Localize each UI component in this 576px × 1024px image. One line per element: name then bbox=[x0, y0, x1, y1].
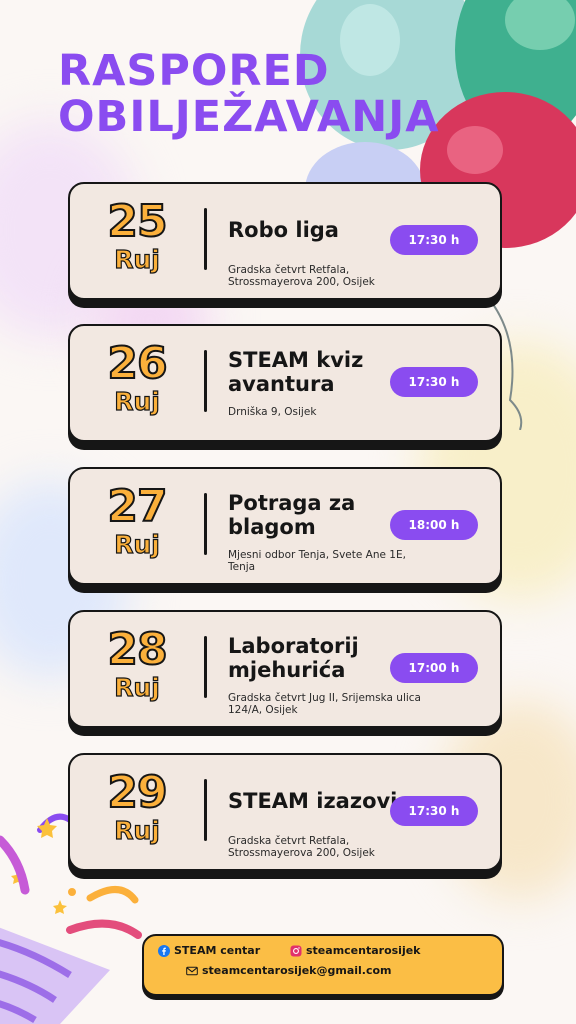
event-card: 25 Ruj Robo liga Gradska četvrt Retfala,… bbox=[68, 182, 502, 300]
event-time-badge: 17:30 h bbox=[390, 367, 478, 397]
event-name: Laboratorij mjehurića bbox=[228, 634, 359, 682]
event-day: 29 bbox=[106, 767, 168, 818]
facebook-label: STEAM centar bbox=[174, 944, 261, 957]
event-time-badge: 17:00 h bbox=[390, 653, 478, 683]
event-card: 29 Ruj STEAM izazovi Gradska četvrt Retf… bbox=[68, 753, 502, 871]
event-time-badge: 17:30 h bbox=[390, 796, 478, 826]
event-location: Gradska četvrt Jug II, Srijemska ulica 1… bbox=[228, 692, 421, 716]
email-label: steamcentarosijek@gmail.com bbox=[202, 964, 392, 977]
email-link[interactable]: steamcentarosijek@gmail.com bbox=[186, 964, 392, 977]
event-day: 26 bbox=[106, 338, 168, 389]
title-line-2: OBILJEŽAVANJA bbox=[58, 92, 440, 142]
event-day: 27 bbox=[106, 481, 168, 532]
event-name: Robo liga bbox=[228, 218, 339, 242]
event-day: 25 bbox=[106, 196, 168, 247]
event-month: Ruj bbox=[114, 387, 161, 416]
event-card: 27 Ruj Potraga za blagom Mjesni odbor Te… bbox=[68, 467, 502, 585]
facebook-icon bbox=[158, 944, 170, 957]
event-name: STEAM kviz avantura bbox=[228, 348, 364, 396]
instagram-link[interactable]: steamcentarosijek bbox=[290, 944, 421, 957]
event-location: Mjesni odbor Tenja, Svete Ane 1E, Tenja bbox=[228, 549, 406, 573]
event-name: Potraga za blagom bbox=[228, 491, 356, 539]
mail-icon bbox=[186, 966, 198, 975]
event-location: Gradska četvrt Retfala, Strossmayerova 2… bbox=[228, 264, 375, 288]
title-line-1: RASPORED bbox=[58, 46, 330, 96]
event-name: STEAM izazovi bbox=[228, 789, 398, 813]
event-month: Ruj bbox=[114, 816, 161, 845]
event-month: Ruj bbox=[114, 245, 161, 274]
card-divider bbox=[204, 779, 207, 841]
page-title: RASPORED OBILJEŽAVANJA bbox=[58, 48, 440, 140]
instagram-icon bbox=[290, 945, 302, 956]
event-day: 28 bbox=[106, 624, 168, 675]
event-month: Ruj bbox=[114, 530, 161, 559]
instagram-label: steamcentarosijek bbox=[306, 944, 421, 957]
event-time-badge: 18:00 h bbox=[390, 510, 478, 540]
contact-footer: STEAM centar steamcentarosijek steamcent… bbox=[142, 934, 504, 996]
card-divider bbox=[204, 350, 207, 412]
card-divider bbox=[204, 493, 207, 555]
event-time-badge: 17:30 h bbox=[390, 225, 478, 255]
event-location: Gradska četvrt Retfala, Strossmayerova 2… bbox=[228, 835, 375, 859]
event-card: 26 Ruj STEAM kviz avantura Drniška 9, Os… bbox=[68, 324, 502, 442]
card-divider bbox=[204, 208, 207, 270]
facebook-link[interactable]: STEAM centar bbox=[158, 944, 260, 957]
card-divider bbox=[204, 636, 207, 698]
event-month: Ruj bbox=[114, 673, 161, 702]
event-card: 28 Ruj Laboratorij mjehurića Gradska čet… bbox=[68, 610, 502, 728]
event-location: Drniška 9, Osijek bbox=[228, 406, 317, 418]
